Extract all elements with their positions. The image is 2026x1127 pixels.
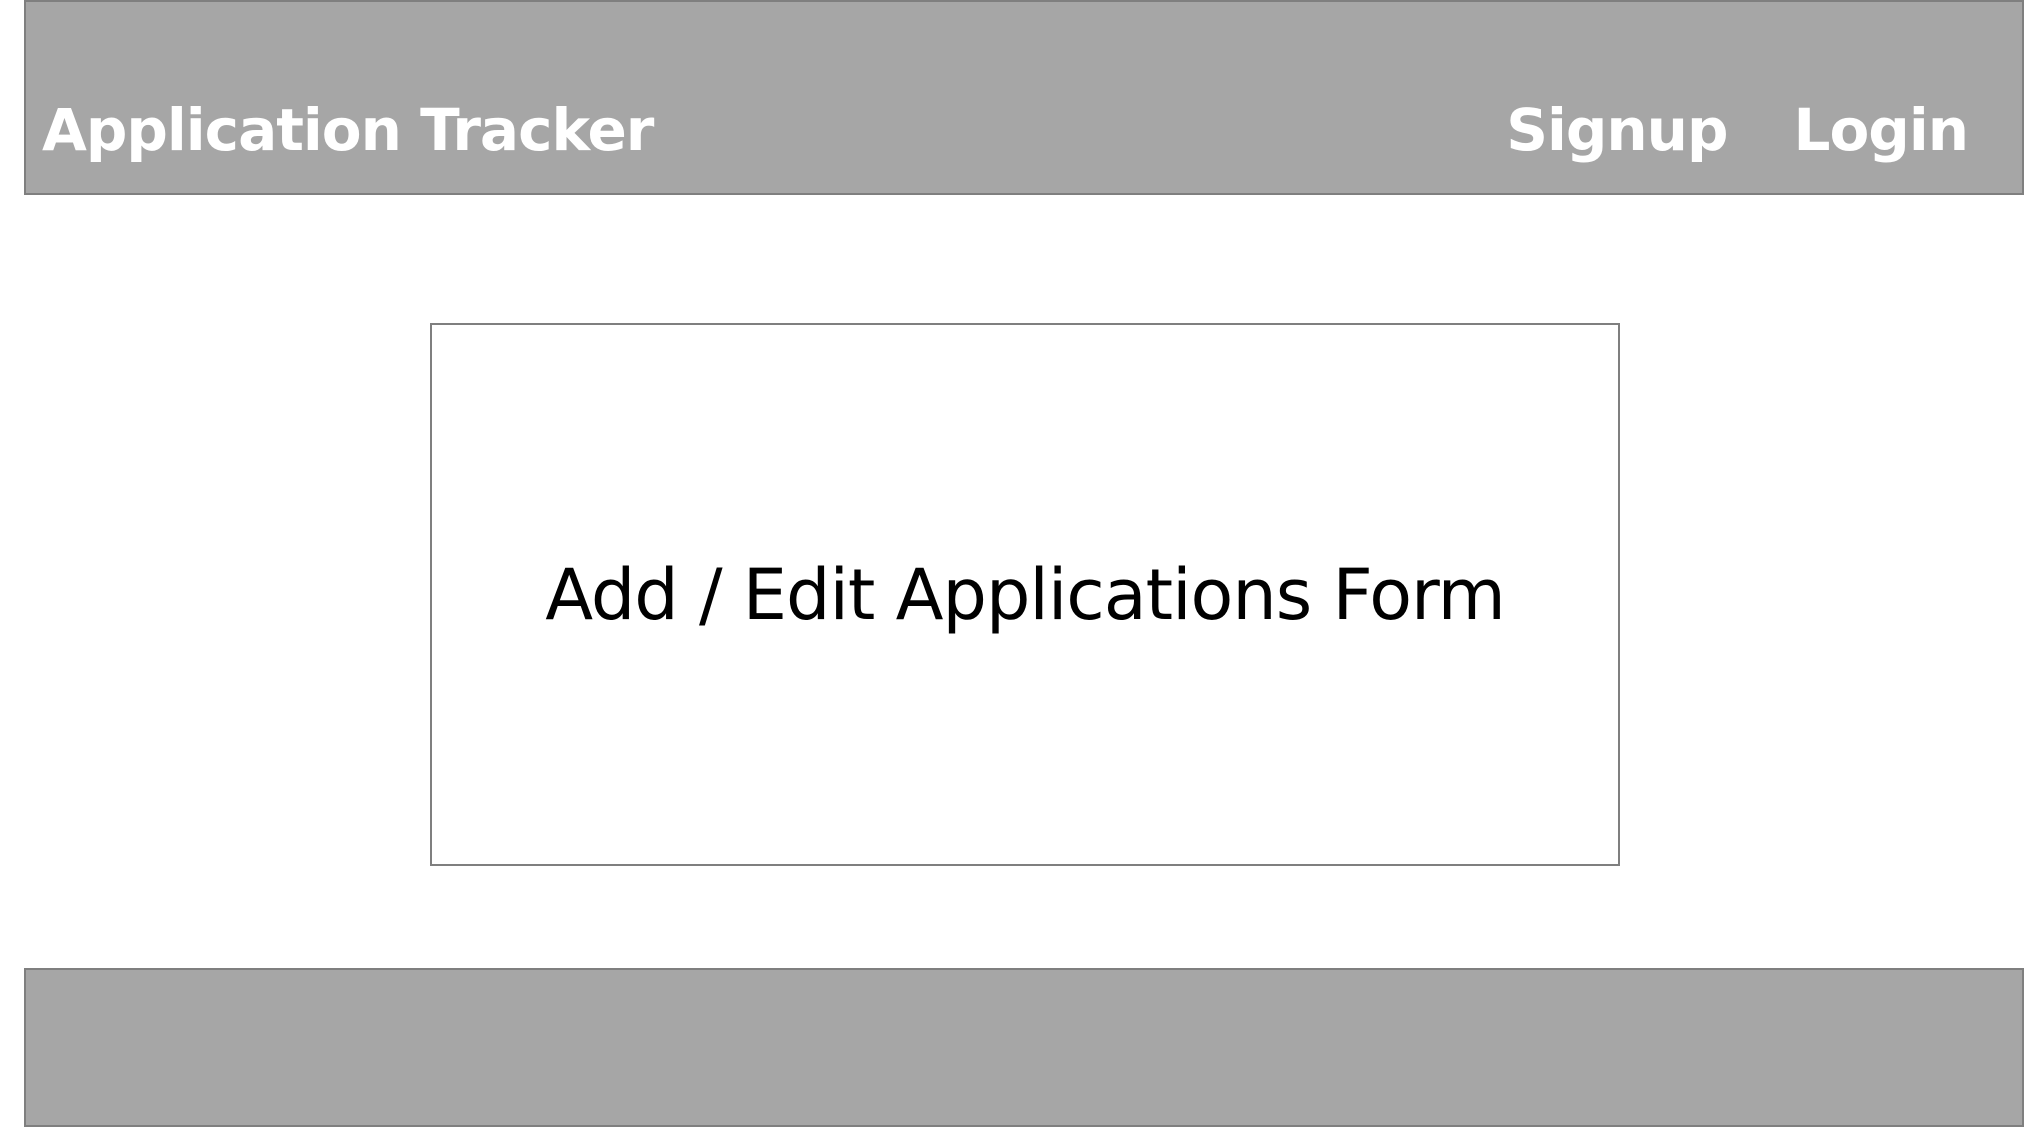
header-nav: Signup Login xyxy=(1506,95,1969,165)
signup-link[interactable]: Signup xyxy=(1506,95,1728,165)
login-link[interactable]: Login xyxy=(1794,95,1969,165)
header-bar: Application Tracker Signup Login xyxy=(24,0,2024,195)
app-title: Application Tracker xyxy=(42,96,654,164)
footer-bar xyxy=(24,968,2024,1127)
add-edit-applications-form-panel: Add / Edit Applications Form xyxy=(430,323,1620,866)
form-panel-label: Add / Edit Applications Form xyxy=(545,553,1506,636)
